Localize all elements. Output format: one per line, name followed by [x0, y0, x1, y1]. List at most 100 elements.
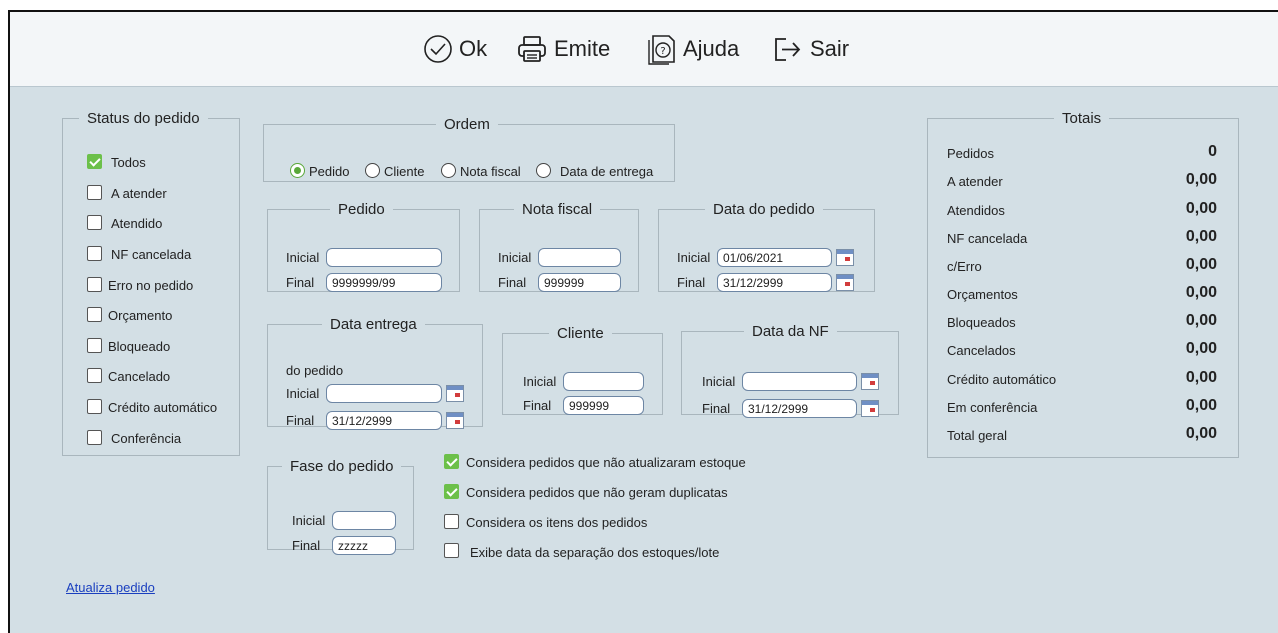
option-label: Considera pedidos que não geram duplicat…: [466, 485, 728, 500]
status-checkbox[interactable]: [87, 399, 102, 414]
data-pedido-group: Data do pedido Inicial Final: [658, 201, 875, 292]
fase-final-input[interactable]: [332, 536, 396, 555]
toolbar: Ok Emite ? Ajuda Sair: [10, 12, 1278, 87]
pedido-final-input[interactable]: [326, 273, 442, 292]
pedido-group: Pedido Inicial Final: [267, 201, 460, 292]
totais-row-value: 0,00: [1185, 425, 1217, 442]
sair-label: Sair: [810, 36, 850, 61]
data-entrega-group: Data entrega do pedido Inicial Final: [267, 316, 483, 430]
data-entrega-sub-label: do pedido: [286, 363, 344, 378]
status-checkbox[interactable]: [87, 215, 102, 230]
totais-row-label: c/Erro: [947, 259, 982, 274]
sair-button[interactable]: Sair: [772, 32, 849, 66]
help-document-icon: ?: [648, 35, 675, 65]
radio-cliente[interactable]: [365, 163, 380, 178]
calendar-icon[interactable]: [861, 400, 879, 417]
fase-legend: Fase do pedido: [290, 458, 394, 475]
totais-row-value: 0,00: [1185, 256, 1217, 273]
atualiza-pedido-link[interactable]: Atualiza pedido: [66, 580, 155, 595]
ok-button[interactable]: Ok: [423, 32, 487, 66]
status-label: Todos: [111, 155, 146, 170]
nota-fiscal-group: Nota fiscal Inicial Final: [479, 201, 639, 292]
fase-inicial-label: Inicial: [292, 513, 326, 528]
status-checkbox[interactable]: [87, 185, 102, 200]
totais-legend: Totais: [1062, 110, 1102, 127]
nota-fiscal-final-input[interactable]: [538, 273, 621, 292]
totais-row-label: Crédito automático: [947, 372, 1057, 387]
data-entrega-inicial-input[interactable]: [326, 384, 442, 403]
totais-row-label: Em conferência: [947, 400, 1038, 415]
calendar-icon[interactable]: [861, 373, 879, 390]
pedido-legend: Pedido: [338, 201, 385, 218]
status-label: A atender: [111, 186, 167, 201]
ordem-group: Ordem Pedido Cliente Nota fiscal Data de…: [263, 116, 675, 182]
radio-nota-fiscal-label: Nota fiscal: [460, 164, 521, 179]
totais-row-value: 0: [1208, 143, 1217, 160]
status-checkbox[interactable]: [87, 307, 102, 322]
status-label: Conferência: [111, 431, 182, 446]
option-checkbox-data-separacao[interactable]: [444, 543, 459, 558]
status-label: Orçamento: [108, 308, 173, 323]
data-nf-inicial-input[interactable]: [742, 372, 857, 391]
radio-data-entrega[interactable]: [536, 163, 551, 178]
data-pedido-final-input[interactable]: [717, 273, 832, 292]
radio-pedido[interactable]: [290, 163, 305, 178]
data-nf-legend: Data da NF: [752, 323, 829, 340]
totais-row-label: Pedidos: [947, 146, 994, 161]
option-checkbox-atualizaram-estoque[interactable]: [444, 454, 459, 469]
data-nf-final-input[interactable]: [742, 399, 857, 418]
option-checkbox-itens-pedidos[interactable]: [444, 514, 459, 529]
data-entrega-final-input[interactable]: [326, 411, 442, 430]
data-pedido-inicial-input[interactable]: [717, 248, 832, 267]
totais-row-label: Total geral: [947, 428, 1007, 443]
totais-row-value: 0,00: [1185, 369, 1217, 386]
cliente-final-input[interactable]: [563, 396, 644, 415]
fase-final-label: Final: [292, 538, 321, 553]
ok-label: Ok: [459, 36, 488, 61]
totais-row-label: Atendidos: [947, 203, 1005, 218]
main-frame: Ok Emite ? Ajuda Sair Status do pedido T…: [8, 10, 1278, 633]
pedido-final-label: Final: [286, 275, 315, 290]
status-checkbox[interactable]: [87, 368, 102, 383]
nota-fiscal-final-label: Final: [498, 275, 527, 290]
status-checkbox[interactable]: [87, 338, 102, 353]
cliente-inicial-input[interactable]: [563, 372, 644, 391]
radio-data-entrega-label: Data de entrega: [560, 164, 654, 179]
data-pedido-legend: Data do pedido: [713, 201, 815, 218]
status-checkbox[interactable]: [87, 154, 102, 169]
status-checkbox[interactable]: [87, 430, 102, 445]
totais-group: Totais Pedidos 0 A atender 0,00 Atendidos 0,0…: [927, 110, 1239, 458]
data-nf-final-label: Final: [702, 401, 731, 416]
status-label: Bloqueado: [108, 339, 171, 354]
pedido-inicial-label: Inicial: [286, 250, 320, 265]
status-label: Cancelado: [108, 369, 171, 384]
totais-row-value: 0,00: [1185, 312, 1217, 329]
svg-text:?: ?: [660, 46, 665, 57]
pedido-inicial-input[interactable]: [326, 248, 442, 267]
data-entrega-legend: Data entrega: [330, 316, 417, 333]
status-checkbox[interactable]: [87, 277, 102, 292]
emite-button[interactable]: Emite: [516, 32, 610, 66]
cliente-inicial-label: Inicial: [523, 374, 557, 389]
option-label: Exibe data da separação dos estoques/lot…: [470, 545, 720, 560]
totais-row-value: 0,00: [1185, 200, 1217, 217]
radio-nota-fiscal[interactable]: [441, 163, 456, 178]
totais-row-label: NF cancelada: [947, 231, 1028, 246]
option-checkbox-geram-duplicatas[interactable]: [444, 484, 459, 499]
ajuda-button[interactable]: ? Ajuda: [647, 32, 739, 66]
status-label: Atendido: [111, 216, 163, 231]
calendar-icon[interactable]: [836, 249, 854, 266]
totais-row-label: Cancelados: [947, 343, 1016, 358]
calendar-icon[interactable]: [446, 412, 464, 429]
calendar-icon[interactable]: [836, 274, 854, 291]
fase-inicial-input[interactable]: [332, 511, 396, 530]
ajuda-label: Ajuda: [683, 36, 740, 61]
data-nf-group: Data da NF Inicial Final: [681, 323, 899, 418]
status-label: NF cancelada: [111, 247, 192, 262]
nota-fiscal-inicial-input[interactable]: [538, 248, 621, 267]
calendar-icon[interactable]: [446, 385, 464, 402]
status-checkbox[interactable]: [87, 246, 102, 261]
data-entrega-inicial-label: Inicial: [286, 386, 320, 401]
radio-pedido-label: Pedido: [309, 164, 350, 179]
fase-group: Fase do pedido Inicial Final: [267, 458, 414, 555]
